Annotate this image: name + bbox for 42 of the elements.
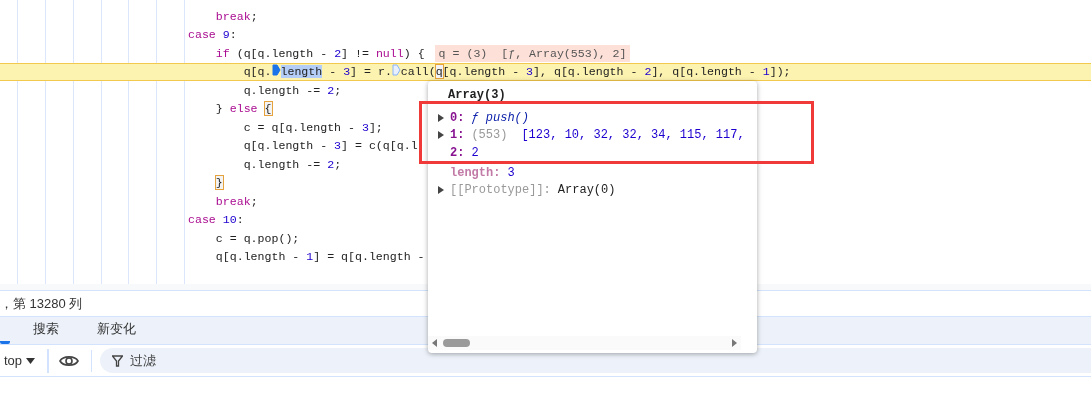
array-length: (553) xyxy=(471,127,508,145)
property-key[interactable]: 0: xyxy=(450,108,465,127)
property-value: ƒ push() xyxy=(471,109,529,127)
caret-icon xyxy=(26,357,36,364)
property-value: [123, 10, 32, 32, 34, 115, 117, xyxy=(521,127,745,145)
code-line: q.length -= 2; xyxy=(242,156,342,173)
property-key: 2: xyxy=(450,143,465,162)
code-line: c = q.pop(); xyxy=(214,230,300,247)
popover-title: Array(3) xyxy=(448,87,506,104)
code-line: break; xyxy=(214,193,258,210)
code-line: q[q.length - 1] = q[q.length - xyxy=(214,249,425,266)
expand-triangle-icon[interactable] xyxy=(438,185,444,194)
scrollbar-thumb[interactable] xyxy=(443,339,470,347)
property-value: 3 xyxy=(507,164,515,182)
filter-field[interactable]: 过滤 xyxy=(100,348,1091,373)
code-line: case 10: xyxy=(188,212,244,229)
expand-triangle-icon[interactable] xyxy=(438,113,444,122)
code-line: } else { xyxy=(214,101,272,118)
step-marker-icon[interactable] xyxy=(391,64,401,77)
expand-triangle-icon[interactable] xyxy=(438,131,444,140)
scroll-left-icon[interactable] xyxy=(432,339,437,347)
horizontal-scrollbar[interactable] xyxy=(428,336,741,350)
inline-value: q = (3) [ƒ, Array(553), 2] xyxy=(434,44,631,62)
cursor-position: ，第 13280 列 xyxy=(0,294,83,313)
step-marker-icon[interactable] xyxy=(271,64,281,77)
context-dropdown[interactable]: top xyxy=(0,350,42,371)
code-line: q[q.length - 3] = c(q[q.l xyxy=(242,138,418,155)
code-line: c = q[q.length - 3]; xyxy=(242,119,383,136)
scroll-right-icon[interactable] xyxy=(732,339,737,347)
code-line: if (q[q.length - 2] != null) { xyxy=(214,45,425,62)
filter-icon xyxy=(112,355,124,367)
property-value: Array(0) xyxy=(557,181,616,199)
code-line: q[q. length - 3] = r. call(q[q.length - 3], q[q.length - 2], q[q.length - 1]); xyxy=(242,63,791,81)
code-line: q.length -= 2; xyxy=(242,82,342,99)
property-value: 2 xyxy=(471,144,479,162)
panel-tab[interactable]: 搜索 xyxy=(30,317,62,344)
panel-tab[interactable]: 新变化 xyxy=(94,317,139,344)
code-line: case 9: xyxy=(188,27,237,44)
property-key: length: xyxy=(450,163,501,182)
code-line: break; xyxy=(214,8,258,25)
eye-icon[interactable] xyxy=(59,353,80,368)
property-key[interactable]: 1: xyxy=(450,126,465,145)
